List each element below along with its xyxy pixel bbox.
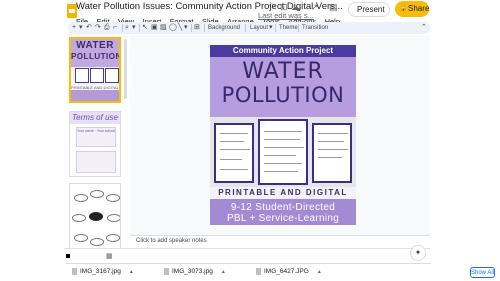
thumb-worksheet [90,68,104,83]
worksheet-image [214,123,254,183]
chevron-up-icon[interactable]: ▲ [221,269,226,275]
print-icon[interactable]: ⎙ [104,22,110,34]
background-button[interactable]: Background [208,22,240,34]
download-filename: IMG_3167.jpg [80,268,121,276]
notes-divider [64,248,430,249]
slide-thumbnail-1[interactable]: WATER POLLUTION PRINTABLE AND DIGITAL [69,37,121,103]
file-icon [164,268,169,275]
thumb-terms-title: Terms of use [72,113,118,122]
slide-thumbnail-3[interactable] [69,183,121,249]
right-margin [431,0,500,281]
file-icon [256,268,261,275]
current-slide[interactable]: Community Action Project WATER POLLUTION [210,45,356,225]
redo-icon[interactable]: ↷ [95,22,101,34]
thumb-worksheet [75,68,89,83]
comment-add-icon[interactable]: ⊞ [194,22,200,34]
toolbar: + ▾ ↶ ↷ ⎙ ⌐ ⌕ ▾ ↖ ▣ ▨ ◯ ╲ ▾ ⊞ Background… [68,22,430,34]
download-filename: IMG_3073.jpg [172,268,213,276]
thumb-footer [71,90,119,101]
last-edit-link[interactable]: Last edit was s... [258,11,314,20]
filmstrip-scrollbar[interactable] [124,39,127,99]
thumb-map-node [106,234,120,242]
downloads-bar: IMG_3167.jpg ▲ IMG_3073.jpg ▲ IMG_6427.JPG… [66,263,495,281]
toolbar-divider [139,24,140,32]
lock-icon: 🔒 [399,5,408,12]
thumb-map-node [74,194,88,202]
thumb-worksheet [105,68,119,83]
chevron-down-icon[interactable]: ▾ [184,22,188,34]
theme-button[interactable]: Theme [279,22,298,34]
thumb-map-node [90,190,104,198]
slide-thumbnail-2[interactable]: Terms of use Your name · Your school [69,111,121,177]
thumb-map-node [107,214,120,222]
thumb-title-water: WATER [76,40,114,51]
toolbar-divider [275,24,276,32]
filmstrip-marker [66,254,70,258]
slide-banner: Community Action Project [210,45,356,57]
thumb-text-block: Your name · Your school [76,127,116,147]
file-icon [72,268,77,275]
present-button[interactable]: Present ▾ [348,2,401,17]
slides-app: Water Pollution Issues: Community Action… [0,0,500,281]
chevron-down-icon[interactable]: ▾ [79,22,83,34]
chevron-up-icon[interactable]: ▲ [129,269,134,275]
chevron-up-icon[interactable]: ⌃ [421,22,427,34]
thumb-map-node [106,194,120,202]
new-slide-icon[interactable]: + [72,22,76,34]
thumb-title-pollution: POLLUTION [71,52,121,61]
image-icon[interactable]: ▨ [160,22,167,34]
worksheet-image [258,119,308,185]
thumb-map-node [72,214,86,222]
toolbar-divider [204,24,205,32]
speaker-notes[interactable]: Click to add speaker notes [130,235,430,249]
download-filename: IMG_6427.JPG [264,268,309,276]
worksheet-image [312,123,352,183]
speaker-notes-placeholder: Click to add speaker notes [136,238,207,244]
transition-button[interactable]: Transition [302,22,328,34]
toolbar-divider [245,24,246,32]
thumb-map-node [90,238,104,246]
slide-grades-band: 9-12 Student-Directed PBL + Service-Lear… [210,199,356,225]
explore-icon[interactable]: ✦ [410,245,426,261]
slide-filmstrip: WATER POLLUTION PRINTABLE AND DIGITAL Te… [66,35,128,249]
line-icon[interactable]: ╲ [178,22,182,34]
thumb-map-center [89,212,103,221]
download-item[interactable]: IMG_6427.JPG ▲ [256,268,322,275]
present-label: Present [357,5,385,14]
download-item[interactable]: IMG_3167.jpg ▲ [72,268,134,275]
undo-icon[interactable]: ↶ [86,22,92,34]
text-box-icon[interactable]: ▣ [151,22,158,34]
slide-title-pollution: POLLUTION [221,83,345,107]
layout-button[interactable]: Layout [250,22,268,34]
chevron-down-icon[interactable]: ▾ [132,22,136,34]
paint-format-icon[interactable]: ⌐ [113,22,117,34]
share-label: Share [408,4,430,13]
toolbar-divider [298,24,299,32]
select-cursor-icon[interactable]: ↖ [142,22,148,34]
slide-grades-line-1: 9-12 Student-Directed [230,202,336,213]
thumb-text-block [76,151,116,173]
download-item[interactable]: IMG_3073.jpg ▲ [164,268,226,275]
slide-grades-line-2: PBL + Service-Learning [226,213,340,224]
thumb-label: Your name · Your school [77,129,116,133]
show-all-button[interactable]: Show All [470,267,495,278]
left-margin [0,0,66,281]
shape-icon[interactable]: ◯ [169,22,177,34]
slide-title-water: WATER [242,59,324,84]
grid-view-icon[interactable]: ▦ [106,252,113,260]
chevron-up-icon[interactable]: ▲ [317,269,322,275]
toolbar-divider [122,24,123,32]
slide-printable-band: PRINTABLE AND DIGITAL [210,187,356,199]
share-button[interactable]: 🔒 Share [395,1,429,17]
thumb-map-node [74,234,88,242]
toolbar-divider [191,24,192,32]
chevron-down-icon[interactable]: ▾ [269,22,273,34]
zoom-icon[interactable]: ⌕ [125,22,129,34]
